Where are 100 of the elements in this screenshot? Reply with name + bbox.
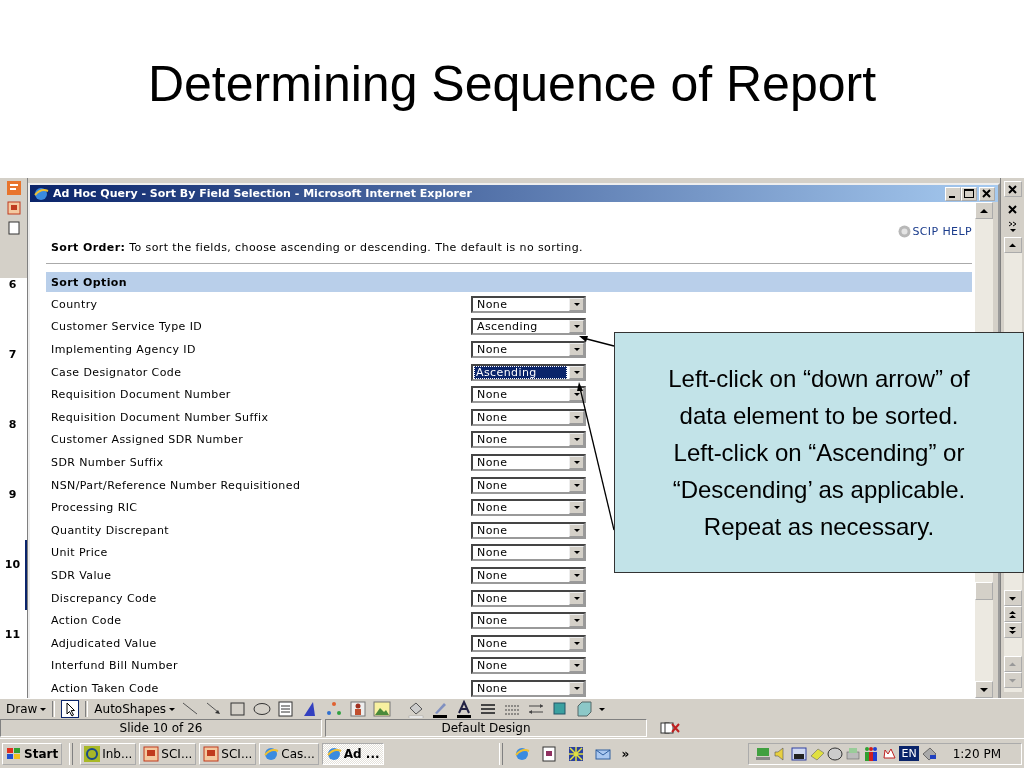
callout-text: Left-click on “down arrow” of data element to be sorted. Left-click on “Ascending” or “Descending’ as applicable. Repeat as necessary. <box>668 364 970 542</box>
dropdown-button[interactable] <box>569 410 584 424</box>
dropdown-button[interactable] <box>569 297 584 311</box>
sort-dropdown[interactable]: Ascending <box>471 363 586 381</box>
sort-dropdown[interactable]: None <box>471 679 586 697</box>
sort-dropdown[interactable]: None <box>471 589 586 607</box>
next-slide-button[interactable] <box>1003 622 1022 638</box>
field-label: Case Designator Code <box>51 365 183 379</box>
help-link[interactable]: SCIP HELP <box>912 224 972 238</box>
language-indicator[interactable]: EN <box>899 746 919 761</box>
maximize-icon <box>964 189 974 198</box>
dropdown-button[interactable] <box>569 591 584 605</box>
dropdown-button[interactable] <box>569 568 584 582</box>
document-icon[interactable] <box>540 745 557 762</box>
sort-dropdown[interactable]: None <box>471 634 586 652</box>
dropdown-button[interactable] <box>569 365 584 379</box>
maximize-button[interactable] <box>961 186 977 201</box>
people-icon[interactable] <box>863 745 880 762</box>
double-down-arrow-icon <box>1008 625 1017 635</box>
field-label: SDR Number Suffix <box>51 455 165 469</box>
more-button[interactable]: » <box>621 746 630 761</box>
slide-title: Determining Sequence of Report <box>147 55 877 113</box>
dropdown-button[interactable] <box>569 343 584 356</box>
taskbar-button[interactable]: Inb... <box>80 742 137 765</box>
taskbar-button[interactable]: Ad ... <box>321 742 384 765</box>
spelling-icon <box>660 721 680 735</box>
close-icon <box>982 189 992 198</box>
grid-icon[interactable] <box>567 745 584 762</box>
dropdown-button[interactable] <box>569 455 584 469</box>
slide-number[interactable]: 9 <box>0 470 27 540</box>
caret-icon <box>169 707 176 710</box>
slide-number[interactable]: 7 <box>0 330 27 400</box>
field-label: Adjudicated Value <box>51 636 158 650</box>
previous-slide-button[interactable] <box>1003 606 1022 622</box>
rectangle-icon[interactable] <box>229 699 248 718</box>
slide-number[interactable]: 6 <box>0 260 27 330</box>
start-button[interactable]: Start <box>2 742 63 765</box>
close-button[interactable] <box>979 186 995 201</box>
scroll-up-button[interactable] <box>1003 237 1022 253</box>
table-header: Sort Option <box>46 272 972 292</box>
slides-icon <box>6 201 21 215</box>
sort-dropdown[interactable]: None <box>471 453 586 471</box>
sort-dropdown[interactable]: None <box>471 386 586 404</box>
page-icon <box>7 221 20 235</box>
autoshapes-menu[interactable]: AutoShapes <box>94 701 176 716</box>
field-label: NSN/Part/Reference Number Requisitioned <box>51 478 302 492</box>
sort-dropdown[interactable]: None <box>471 566 586 584</box>
slide-number[interactable]: 8 <box>0 400 27 470</box>
scroll-down-button[interactable] <box>1003 590 1022 606</box>
help-icon <box>898 224 912 238</box>
pointer-icon[interactable] <box>61 699 80 718</box>
dropdown-button[interactable] <box>569 546 584 560</box>
sort-dropdown[interactable]: Ascending <box>471 318 586 336</box>
close-button[interactable] <box>1003 181 1022 197</box>
dropdown-button[interactable] <box>569 320 584 334</box>
globe-icon <box>33 185 49 202</box>
caret-icon[interactable] <box>599 707 606 710</box>
minimize-button[interactable] <box>945 186 961 201</box>
dropdown-button[interactable] <box>569 614 584 628</box>
taskbar-button[interactable]: Cas... <box>259 742 319 765</box>
field-label: Interfund Bill Number <box>51 659 179 673</box>
sort-dropdown[interactable]: None <box>471 612 586 630</box>
slide-number[interactable]: 11 <box>0 610 27 680</box>
dropdown-button[interactable] <box>569 659 584 673</box>
caret-icon <box>40 707 47 710</box>
field-label: Action Code <box>51 614 123 628</box>
sort-dropdown[interactable]: None <box>471 657 586 675</box>
text-box-icon[interactable] <box>277 699 296 718</box>
field-label: Implementing Agency ID <box>51 343 197 356</box>
sort-dropdown[interactable]: None <box>471 544 586 562</box>
globe-icon <box>325 745 342 762</box>
drive-icon[interactable] <box>920 745 937 762</box>
mouse-icon[interactable] <box>827 745 844 762</box>
clock: 1:20 PM <box>952 746 1001 761</box>
taskbar-button[interactable]: SCI... <box>139 742 197 765</box>
sort-dropdown[interactable]: None <box>471 295 586 313</box>
close-icon <box>1008 184 1017 194</box>
sort-dropdown[interactable]: None <box>471 499 586 517</box>
diagram-icon[interactable] <box>325 699 344 718</box>
field-label: Action Taken Code <box>51 681 160 695</box>
picture-icon[interactable] <box>373 699 392 718</box>
field-label: SDR Value <box>51 568 113 582</box>
dropdown-button[interactable] <box>569 681 584 695</box>
sort-dropdown[interactable]: None <box>471 431 586 449</box>
field-label: Processing RIC <box>51 501 139 515</box>
draw-menu[interactable]: Draw <box>6 701 47 716</box>
font-color-icon[interactable] <box>455 699 474 718</box>
dropdown-button[interactable] <box>569 478 584 492</box>
dropdown-button[interactable] <box>569 501 584 515</box>
clipart-icon[interactable] <box>349 699 368 718</box>
field-label: Customer Service Type ID <box>51 320 204 334</box>
slide-position: Slide 10 of 26 <box>0 719 322 737</box>
sort-dropdown[interactable]: None <box>471 476 586 494</box>
dropdown-button[interactable] <box>569 636 584 650</box>
taskbar-button[interactable]: SCI... <box>199 742 257 765</box>
sort-dropdown[interactable]: None <box>471 521 586 539</box>
dropdown-button[interactable] <box>569 433 584 447</box>
sort-dropdown[interactable]: None <box>471 408 586 426</box>
dropdown-button[interactable] <box>569 523 584 537</box>
sort-dropdown[interactable]: None <box>471 341 586 358</box>
